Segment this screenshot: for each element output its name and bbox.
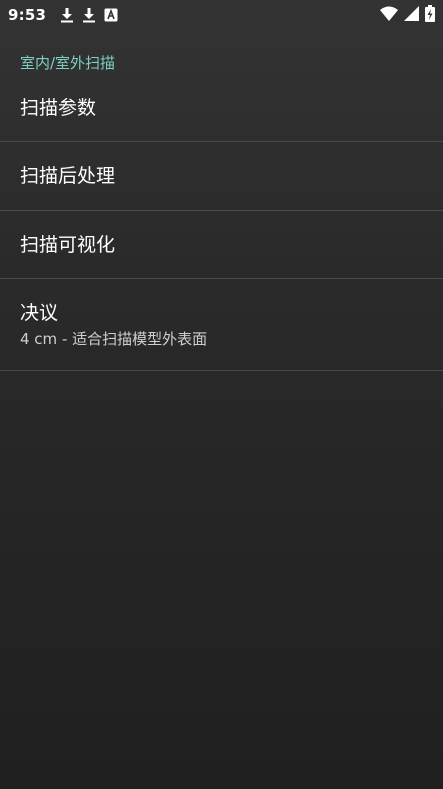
scan-visualization-item[interactable]: 扫描可视化 [0,211,443,279]
pref-title: 决议 [20,302,59,324]
download-icon [82,7,96,23]
post-processing-item[interactable]: 扫描后处理 [0,142,443,211]
battery-charging-icon [425,4,435,26]
pref-title: 扫描参数 [20,97,97,119]
pref-summary: 4 cm - 适合扫描模型外表面 [20,330,208,348]
pref-title: 扫描后处理 [20,165,116,187]
font-icon [104,8,118,22]
system-icons [380,4,435,26]
signal-icon [404,5,419,25]
status-bar: 9:53 [0,0,443,30]
status-time: 9:53 [8,6,47,24]
notification-icons [60,7,126,23]
section-header: 室内/室外扫描 [20,54,116,72]
download-icon [60,7,74,23]
scan-parameters-item[interactable]: 扫描参数 [0,78,443,142]
wifi-icon [380,6,398,25]
resolution-item[interactable]: 决议 4 cm - 适合扫描模型外表面 [0,279,443,371]
pref-title: 扫描可视化 [20,234,116,256]
